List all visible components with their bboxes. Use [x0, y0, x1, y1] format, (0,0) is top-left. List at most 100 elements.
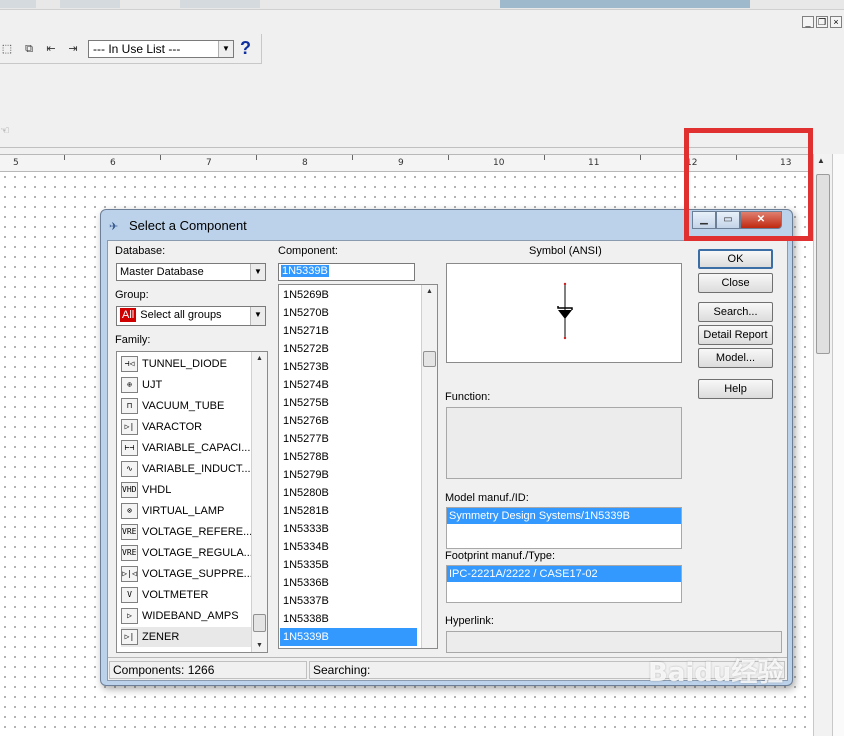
family-list[interactable]: ▷| ZENER ▷ WIDEBAND_AMPS V VOLTMETER ▷|◁ VOLTAG…: [116, 351, 268, 653]
chevron-down-icon: ▼: [250, 307, 265, 325]
chevron-down-icon: ▼: [218, 41, 233, 57]
symbol-preview: [446, 263, 682, 363]
toolbar: ⬚ ⧉ ⇤ ⇥ --- In Use List --- ▼ ?: [0, 34, 262, 64]
footprint-field[interactable]: IPC-2221A/2222 / CASE17-02: [446, 565, 682, 603]
family-item[interactable]: ▷| VARACTOR: [121, 417, 253, 437]
variable-capacitor-icon: ⊢⊣: [121, 440, 138, 456]
function-field: [446, 407, 682, 479]
close-button[interactable]: Close: [698, 273, 773, 293]
scroll-up-icon[interactable]: ▲: [426, 288, 433, 295]
detail-report-button[interactable]: Detail Report: [698, 325, 773, 345]
component-list-item[interactable]: 1N5278B: [280, 448, 417, 466]
family-item-label: WIDEBAND_AMPS: [142, 610, 239, 622]
component-input[interactable]: 1N5339B: [278, 263, 415, 281]
scroll-up-icon[interactable]: ▲: [817, 156, 825, 165]
dialog-title: Select a Component: [129, 218, 247, 233]
family-item-label: VOLTAGE_SUPPRE...: [142, 568, 253, 580]
family-item-label: VARACTOR: [142, 421, 203, 433]
scroll-down-icon[interactable]: ▼: [256, 642, 263, 649]
family-label: Family:: [115, 334, 151, 346]
vhdl-icon: VHDL: [121, 482, 138, 498]
family-item[interactable]: V VOLTMETER: [121, 585, 253, 605]
footprint-value: IPC-2221A/2222 / CASE17-02: [447, 566, 681, 582]
component-list-item[interactable]: 1N5276B: [280, 412, 417, 430]
varactor-icon: ▷|: [121, 419, 138, 435]
scroll-thumb[interactable]: [253, 614, 266, 632]
mdi-close-icon[interactable]: ×: [830, 16, 842, 28]
scroll-thumb[interactable]: [816, 174, 830, 354]
voltage-suppressor-icon: ▷|◁: [121, 566, 138, 582]
component-list-item[interactable]: 1N5337B: [280, 592, 417, 610]
component-list-item[interactable]: 1N5274B: [280, 376, 417, 394]
family-item[interactable]: ∿ VARIABLE_INDUCT...: [121, 459, 253, 479]
component-list-item[interactable]: 1N5271B: [280, 322, 417, 340]
help-icon[interactable]: ?: [240, 38, 251, 59]
family-item-label: UJT: [142, 379, 163, 391]
step-forward-icon[interactable]: ⇥: [66, 42, 80, 56]
copy-icon[interactable]: ⧉: [22, 42, 36, 56]
select-box-icon[interactable]: ⬚: [0, 42, 14, 56]
family-item-label: VIRTUAL_LAMP: [142, 505, 225, 517]
dialog-body: Database: Master Database ▼ Group: All Se…: [107, 240, 788, 681]
component-list-item[interactable]: 1N5269B: [280, 286, 417, 304]
component-list-item[interactable]: 1N5339B: [280, 628, 417, 646]
family-item[interactable]: ⊗ VIRTUAL_LAMP: [121, 501, 253, 521]
component-list-item[interactable]: 1N5280B: [280, 484, 417, 502]
component-list-item[interactable]: 1N5334B: [280, 538, 417, 556]
select-component-dialog: ✈ Select a Component ▁ ▭ ✕ Database: Mas…: [100, 209, 793, 686]
ruler-label: 7: [206, 158, 212, 168]
database-label: Database:: [115, 245, 166, 257]
component-list-item[interactable]: 1N5338B: [280, 610, 417, 628]
component-list-item[interactable]: 1N5336B: [280, 574, 417, 592]
ruler-label: 11: [588, 158, 600, 168]
family-item[interactable]: VREF VOLTAGE_REFERE...: [121, 522, 253, 542]
voltage-regulator-icon: VREG: [121, 545, 138, 561]
family-scrollbar[interactable]: ▲ ▼: [251, 352, 267, 652]
group-select[interactable]: All Select all groups ▼: [116, 306, 266, 326]
component-list-item[interactable]: 1N5279B: [280, 466, 417, 484]
family-item[interactable]: ⊣◁ TUNNEL_DIODE: [121, 354, 253, 374]
family-item[interactable]: VHDL VHDL: [121, 480, 253, 500]
in-use-list-dropdown[interactable]: --- In Use List --- ▼: [88, 40, 234, 58]
app-icon: ✈: [109, 221, 119, 233]
component-scrollbar[interactable]: ▲: [421, 285, 437, 648]
wideband-amps-icon: ▷: [121, 608, 138, 624]
family-item[interactable]: ⊕ UJT: [121, 375, 253, 395]
ok-button[interactable]: OK: [698, 249, 773, 269]
component-list[interactable]: 1N5339B 1N5338B 1N5337B 1N5336B 1N5335B 1N533…: [278, 284, 438, 649]
family-item[interactable]: ▷|◁ VOLTAGE_SUPPRE...: [121, 564, 253, 584]
component-list-item[interactable]: 1N5272B: [280, 340, 417, 358]
family-item[interactable]: ▷ WIDEBAND_AMPS: [121, 606, 253, 626]
step-back-icon[interactable]: ⇤: [44, 42, 58, 56]
search-button[interactable]: Search...: [698, 302, 773, 322]
help-button[interactable]: Help: [698, 379, 773, 399]
family-item-label: VOLTAGE_REFERE...: [142, 526, 253, 538]
model-field[interactable]: Symmetry Design Systems/1N5339B: [446, 507, 682, 549]
family-item-label: VACUUM_TUBE: [142, 400, 225, 412]
variable-inductor-icon: ∿: [121, 461, 138, 477]
component-list-item[interactable]: 1N5275B: [280, 394, 417, 412]
scroll-thumb[interactable]: [423, 351, 436, 367]
family-item[interactable]: ▷| ZENER: [121, 627, 253, 647]
mdi-minimize-icon[interactable]: _: [802, 16, 814, 28]
scroll-up-icon[interactable]: ▲: [256, 355, 263, 362]
family-item[interactable]: VREG VOLTAGE_REGULA...: [121, 543, 253, 563]
component-list-item[interactable]: 1N5281B: [280, 502, 417, 520]
component-list-item[interactable]: 1N5270B: [280, 304, 417, 322]
family-item-label: VARIABLE_CAPACI...: [142, 442, 251, 454]
component-list-item[interactable]: 1N5333B: [280, 520, 417, 538]
ruler-label: 5: [13, 158, 19, 168]
voltage-reference-icon: VREF: [121, 524, 138, 540]
model-button[interactable]: Model...: [698, 348, 773, 368]
family-item[interactable]: ⊢⊣ VARIABLE_CAPACI...: [121, 438, 253, 458]
database-select[interactable]: Master Database ▼: [116, 263, 266, 281]
family-item-label: VOLTAGE_REGULA...: [142, 547, 253, 559]
hand-icon[interactable]: ☜: [0, 124, 12, 140]
component-list-item[interactable]: 1N5277B: [280, 430, 417, 448]
component-list-item[interactable]: 1N5273B: [280, 358, 417, 376]
component-list-item[interactable]: 1N5335B: [280, 556, 417, 574]
mdi-restore-icon[interactable]: ❐: [816, 16, 828, 28]
family-item[interactable]: ⊓ VACUUM_TUBE: [121, 396, 253, 416]
function-label: Function:: [445, 391, 491, 403]
canvas-scrollbar[interactable]: ▲: [813, 154, 832, 736]
